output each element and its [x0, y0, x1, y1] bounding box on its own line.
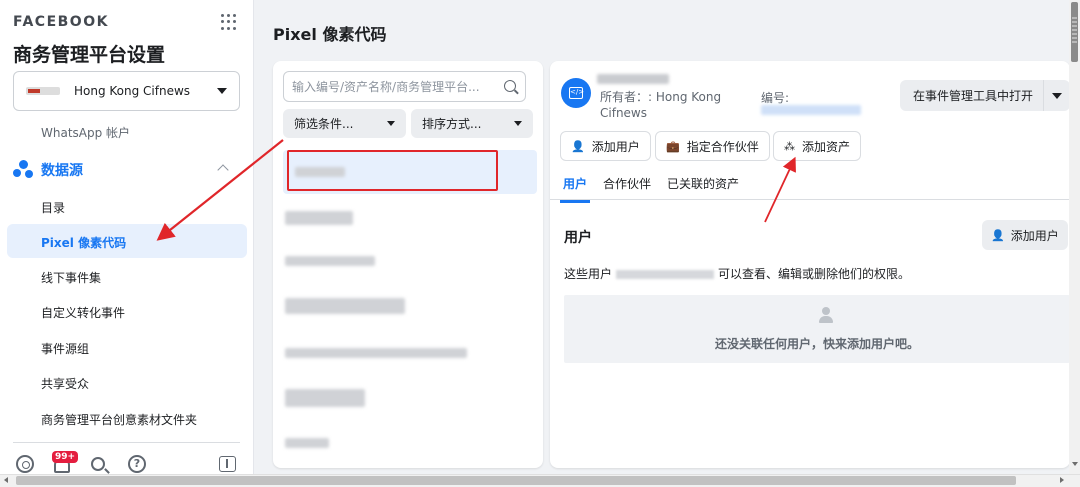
search-icon[interactable] [91, 457, 105, 471]
scroll-grip [1072, 15, 1077, 45]
add-user-button[interactable]: 👤 添加用户 [560, 131, 651, 161]
sidebar: FACEBOOK 商务管理平台设置 Hong Kong Cifnews What… [0, 0, 254, 474]
list-item-redacted[interactable] [285, 211, 353, 225]
chevron-up-icon[interactable] [217, 164, 229, 176]
settings-gear-icon[interactable] [16, 455, 34, 473]
redacted-text [616, 270, 715, 279]
description-prefix: 这些用户 [564, 267, 613, 281]
list-item-redacted[interactable] [285, 256, 375, 266]
caret-down-icon [387, 121, 395, 126]
sort-dropdown[interactable]: 排序方式... [411, 109, 533, 138]
app-grid-icon[interactable] [221, 14, 237, 30]
empty-users-state: 还没关联任何用户，快来添加用户吧。 [564, 295, 1070, 363]
list-item-redacted[interactable] [285, 298, 405, 314]
pixel-name-redacted [597, 74, 669, 84]
users-section-title: 用户 [564, 230, 592, 246]
sidebar-item-creative-folders[interactable]: 商务管理平台创意素材文件夹 [41, 411, 197, 428]
list-item-redacted[interactable] [285, 389, 365, 407]
tab-divider [550, 199, 1070, 200]
add-user-label: 添加用户 [591, 139, 640, 154]
pixel-list-panel: 输入编号/资产名称/商务管理平台... 筛选条件... 排序方式... [273, 61, 543, 468]
assign-partner-label: 指定合作伙伴 [686, 139, 759, 154]
owner-label: 所有者：: Hong Kong Cifnews [600, 90, 722, 120]
add-asset-label: 添加资产 [802, 139, 851, 154]
notification-badge: 99+ [52, 451, 79, 463]
caret-down-icon [514, 121, 522, 126]
sidebar-item-whatsapp[interactable]: WhatsApp 帐户 [41, 124, 130, 141]
add-person-icon: 👤 [991, 228, 1005, 242]
users-add-button[interactable]: 👤 添加用户 [982, 220, 1068, 250]
panel-toggle-icon[interactable] [219, 456, 236, 472]
business-account-select[interactable]: Hong Kong Cifnews [13, 71, 240, 111]
pixel-detail-panel: </> 所有者：: Hong Kong Cifnews 编号: 在事件管理工具中… [550, 61, 1070, 468]
help-icon[interactable]: ? [128, 455, 146, 473]
description-suffix: 可以查看、编辑或删除他们的权限。 [718, 267, 911, 281]
caret-down-icon [217, 88, 227, 94]
assign-partner-button[interactable]: 💼 指定合作伙伴 [655, 131, 770, 161]
account-logo [26, 87, 60, 95]
facebook-logo: FACEBOOK [13, 14, 109, 30]
scroll-left-arrow-icon[interactable] [4, 477, 8, 483]
add-asset-button[interactable]: ⁂ 添加资产 [773, 131, 862, 161]
sidebar-item-pixel[interactable]: Pixel 像素代码 [41, 234, 126, 251]
sidebar-item-custom-conversions[interactable]: 自定义转化事件 [41, 304, 125, 321]
open-options-button[interactable] [1043, 80, 1070, 111]
open-in-events-manager-button[interactable]: 在事件管理工具中打开 [900, 80, 1047, 111]
asset-nodes-icon: ⁂ [784, 139, 795, 153]
sidebar-section-datasource[interactable]: 数据源 [13, 160, 83, 180]
search-placeholder: 输入编号/资产名称/商务管理平台... [292, 80, 480, 94]
caret-down-icon [1052, 92, 1062, 99]
pixel-search-input[interactable]: 输入编号/资产名称/商务管理平台... [283, 71, 526, 102]
account-name: Hong Kong Cifnews [74, 84, 191, 98]
sort-label: 排序方式... [422, 117, 482, 131]
scroll-right-arrow-icon[interactable] [1060, 477, 1064, 483]
data-source-icon [13, 160, 33, 180]
briefcase-icon: 💼 [666, 139, 680, 153]
users-add-label: 添加用户 [1010, 228, 1059, 243]
users-description: 这些用户 可以查看、编辑或删除他们的权限。 [564, 265, 910, 282]
section-title: Pixel 像素代码 [273, 25, 387, 44]
filter-dropdown[interactable]: 筛选条件... [283, 109, 406, 138]
pixel-id-redacted [761, 105, 861, 115]
annotation-highlight-box [287, 150, 498, 191]
id-label: 编号: [761, 91, 790, 105]
sidebar-divider [13, 442, 240, 443]
horizontal-scroll-thumb[interactable] [16, 476, 1016, 485]
vertical-scrollbar[interactable] [1069, 0, 1080, 474]
sidebar-item-shared-audiences[interactable]: 共享受众 [41, 375, 89, 392]
sidebar-section-label: 数据源 [41, 163, 83, 179]
list-item-redacted[interactable] [285, 348, 467, 358]
scroll-down-arrow-icon[interactable] [1072, 462, 1078, 466]
empty-state-text: 还没关联任何用户，快来添加用户吧。 [714, 337, 919, 351]
page-title: 商务管理平台设置 [13, 44, 166, 66]
add-person-icon: 👤 [571, 139, 585, 153]
filter-label: 筛选条件... [294, 117, 354, 131]
sidebar-item-offline-events[interactable]: 线下事件集 [41, 269, 101, 286]
pixel-code-icon: </> [561, 78, 591, 108]
search-icon [504, 80, 516, 92]
sidebar-item-catalog[interactable]: 目录 [41, 199, 65, 216]
sidebar-item-event-source-groups[interactable]: 事件源组 [41, 340, 89, 357]
add-user-placeholder-icon [818, 307, 836, 325]
list-item-redacted[interactable] [285, 438, 329, 448]
